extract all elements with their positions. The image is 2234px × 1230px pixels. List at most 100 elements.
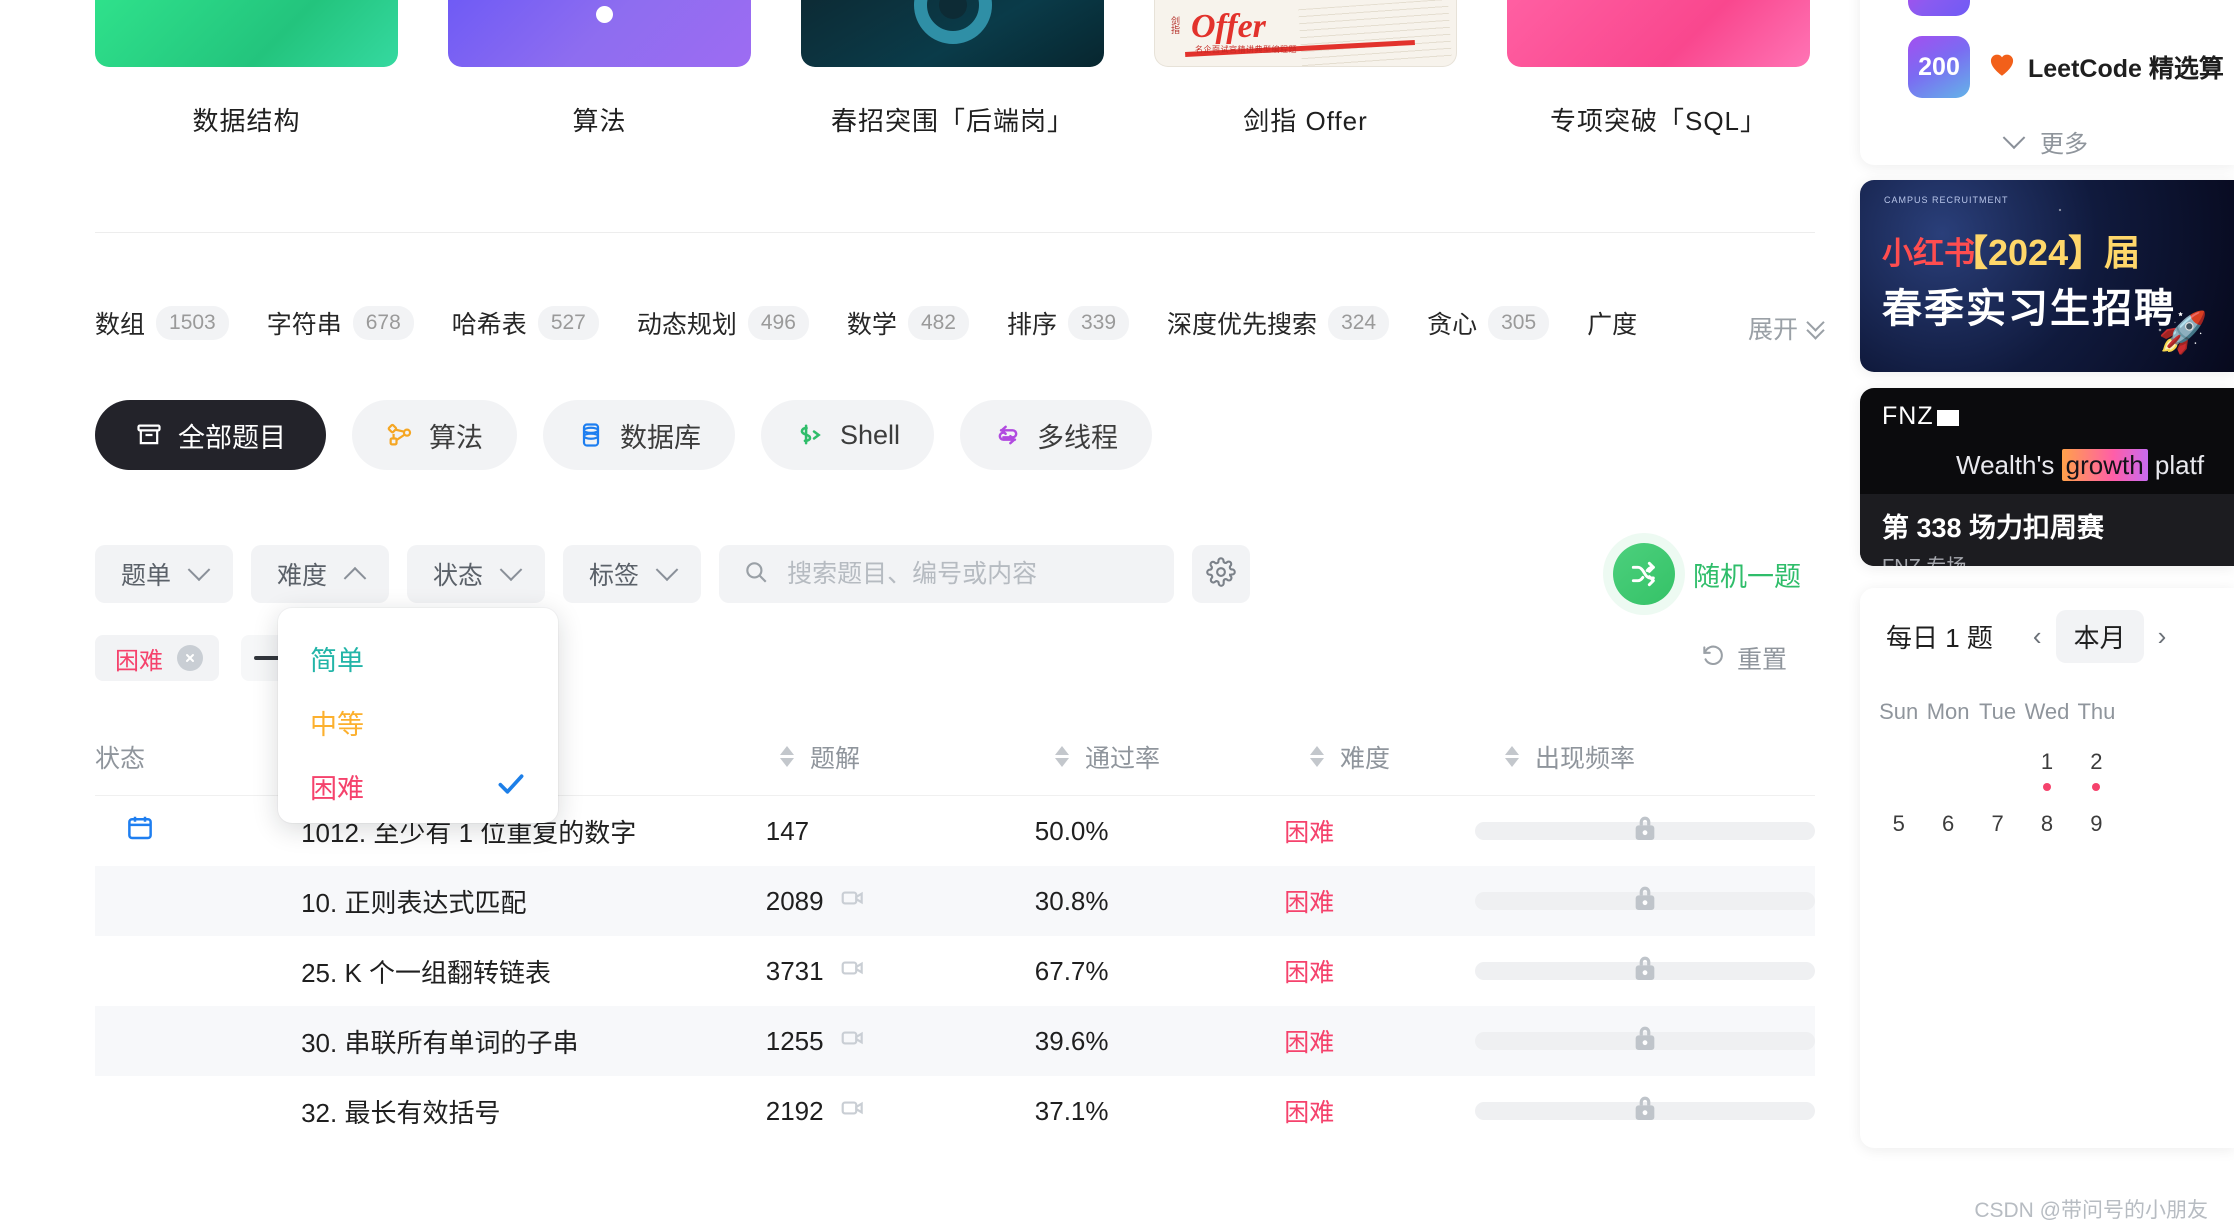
- calendar-weekday: Wed: [2024, 699, 2070, 724]
- calendar-weekday: [2121, 689, 2170, 735]
- column-header-status: 状态: [95, 739, 305, 775]
- contest-sponsor-logo-text: FNZ: [1882, 402, 1934, 430]
- ad-year-label: 【2024】届: [1952, 232, 2141, 273]
- category-pill-concurrency[interactable]: 多线程: [960, 400, 1153, 470]
- calendar-day[interactable]: 6: [1923, 797, 1972, 843]
- topic-tag[interactable]: 广度: [1587, 305, 1637, 341]
- reset-filters-button[interactable]: 重置: [1700, 640, 1787, 676]
- calendar-day[interactable]: [2171, 735, 2220, 797]
- prev-month-button[interactable]: ‹: [2033, 621, 2042, 652]
- category-pill-label: Shell: [840, 419, 901, 450]
- section-divider: [95, 232, 1815, 233]
- calendar-day[interactable]: 8: [2022, 797, 2071, 843]
- calendar-day[interactable]: 7: [1973, 797, 2022, 843]
- sort-arrows-icon[interactable]: [1505, 746, 1519, 767]
- course-card[interactable]: 数据结构: [95, 0, 398, 138]
- calendar-day[interactable]: 2: [2072, 735, 2121, 797]
- ad-headline: 春季实习生招聘: [1882, 287, 2176, 331]
- topic-tag[interactable]: 排序 339: [1007, 305, 1130, 341]
- row-frequency: [1475, 1026, 1815, 1050]
- topic-tag-label: 哈希表: [451, 311, 527, 339]
- table-row[interactable]: 10. 正则表达式匹配 2089 30.8% 困难: [95, 866, 1815, 936]
- next-month-button[interactable]: ›: [2158, 621, 2167, 652]
- course-card[interactable]: 专项突破「SQL」: [1507, 0, 1810, 138]
- filter-tags-button[interactable]: 标签: [563, 545, 702, 603]
- calendar-day[interactable]: [2171, 797, 2220, 843]
- calendar-day[interactable]: 5: [1874, 797, 1923, 843]
- table-row[interactable]: 25. K 个一组翻转链表 3731 67.7% 困难: [95, 936, 1815, 1006]
- calendar-day[interactable]: 1: [2022, 735, 2071, 797]
- topic-tag[interactable]: 数学 482: [847, 305, 969, 341]
- difficulty-option-medium[interactable]: 中等: [278, 690, 558, 754]
- calendar-weekday: [2171, 689, 2220, 735]
- difficulty-option-easy[interactable]: 简单: [278, 626, 558, 690]
- reset-label: 重置: [1737, 646, 1788, 674]
- list-item[interactable]: LeetCode 精选数: [1860, 0, 2234, 26]
- column-header-frequency[interactable]: 出现频率: [1505, 739, 1815, 775]
- applied-chip-hard[interactable]: 困难: [95, 635, 219, 681]
- category-pill-algorithm[interactable]: 算法: [352, 400, 517, 470]
- ad-brand-tag: CAMPUS RECRUITMENT: [1884, 195, 2009, 205]
- column-header-acceptance[interactable]: 通过率: [1055, 739, 1310, 775]
- settings-gear-button[interactable]: [1192, 545, 1251, 603]
- sort-arrows-icon[interactable]: [1055, 746, 1069, 767]
- table-row[interactable]: 32. 最长有效括号 2192 37.1% 困难: [95, 1076, 1815, 1146]
- filter-difficulty-button[interactable]: 难度: [251, 545, 390, 603]
- list-item-badge: 200: [1918, 52, 1960, 81]
- calendar-day[interactable]: 9: [2072, 797, 2121, 843]
- rocket-icon: 🚀: [2158, 311, 2208, 355]
- topic-tag[interactable]: 哈希表 527: [452, 305, 599, 341]
- calendar-day[interactable]: [2121, 797, 2170, 843]
- close-icon[interactable]: [177, 645, 203, 671]
- offer-book-graphic: 剑指 Offer 名企面试官精讲典型编程题: [1155, 0, 1456, 66]
- category-pill-all[interactable]: 全部题目: [95, 400, 326, 470]
- topic-tag[interactable]: 贪心 305: [1427, 305, 1550, 341]
- course-card[interactable]: 春招突围「后端岗」: [801, 0, 1104, 138]
- show-more-label: 更多: [2040, 131, 2088, 158]
- row-solutions-count: 3731: [765, 955, 824, 986]
- search-input[interactable]: [785, 558, 1151, 590]
- contest-card[interactable]: FNZ Wealth's growth platf 第 338 场力扣周赛 FN…: [1860, 388, 2234, 566]
- shuffle-icon: [1613, 543, 1675, 605]
- list-item[interactable]: 200 LeetCode 精选算: [1860, 26, 2234, 108]
- expand-tags-button[interactable]: 展开: [1700, 305, 1829, 351]
- table-row[interactable]: 30. 串联所有单词的子串 1255 39.6% 困难: [95, 1006, 1815, 1076]
- difficulty-option-hard[interactable]: 困难: [278, 754, 558, 818]
- row-title[interactable]: 10. 正则表达式匹配: [301, 883, 766, 920]
- current-month-label[interactable]: 本月: [2055, 610, 2144, 663]
- row-title[interactable]: 25. K 个一组翻转链表: [301, 953, 766, 990]
- sort-arrows-icon[interactable]: [1310, 746, 1324, 767]
- calendar-day[interactable]: [1923, 735, 1972, 797]
- course-card[interactable]: 算法: [448, 0, 751, 138]
- filter-status-button[interactable]: 状态: [407, 545, 546, 603]
- minus-icon: [254, 656, 280, 660]
- category-pill-shell[interactable]: Shell: [761, 400, 935, 470]
- calendar-day[interactable]: [2121, 735, 2170, 797]
- random-problem-button[interactable]: 随机一题: [1613, 543, 1801, 605]
- difficulty-dropdown-menu[interactable]: 简单 中等 困难: [278, 608, 558, 823]
- course-thumbnail: [801, 0, 1104, 67]
- list-item-text: LeetCode 精选算: [1988, 49, 2224, 85]
- difficulty-option-label: 中等: [310, 709, 364, 740]
- topic-tag-row: 数组 1503 字符串 678 哈希表 527 动态规划 496 数学 482 排序 339…: [95, 305, 1829, 351]
- filter-problemset-button[interactable]: 题单: [95, 545, 234, 603]
- calendar-day[interactable]: [1973, 735, 2022, 797]
- search-box[interactable]: [719, 545, 1175, 603]
- topic-tag[interactable]: 字符串 678: [267, 305, 414, 341]
- row-title[interactable]: 30. 串联所有单词的子串: [301, 1023, 766, 1060]
- category-pill-database[interactable]: 数据库: [543, 400, 735, 470]
- course-strip: 数据结构 算法 春招突围「后端岗」 剑指 Offer 名企面试官精讲典型编程题 …: [0, 0, 1860, 233]
- sort-arrows-icon[interactable]: [780, 746, 794, 767]
- column-header-solutions[interactable]: 题解: [780, 739, 1055, 775]
- topic-tag[interactable]: 深度优先搜索 324: [1167, 305, 1390, 341]
- show-more-button[interactable]: 更多: [1860, 124, 2234, 159]
- column-header-difficulty[interactable]: 难度: [1310, 739, 1505, 775]
- calendar-day[interactable]: [1874, 735, 1923, 797]
- column-header-label: 出现频率: [1535, 744, 1636, 773]
- topic-tag-count: 339: [1068, 306, 1130, 340]
- ad-banner[interactable]: CAMPUS RECRUITMENT 小红书 【2024】届 春季实习生招聘 🚀: [1860, 180, 2234, 372]
- topic-tag[interactable]: 数组 1503: [95, 305, 229, 341]
- topic-tag[interactable]: 动态规划 496: [637, 305, 809, 341]
- row-title[interactable]: 32. 最长有效括号: [301, 1093, 766, 1130]
- course-card[interactable]: 剑指 Offer 名企面试官精讲典型编程题 剑指 Offer: [1154, 0, 1457, 138]
